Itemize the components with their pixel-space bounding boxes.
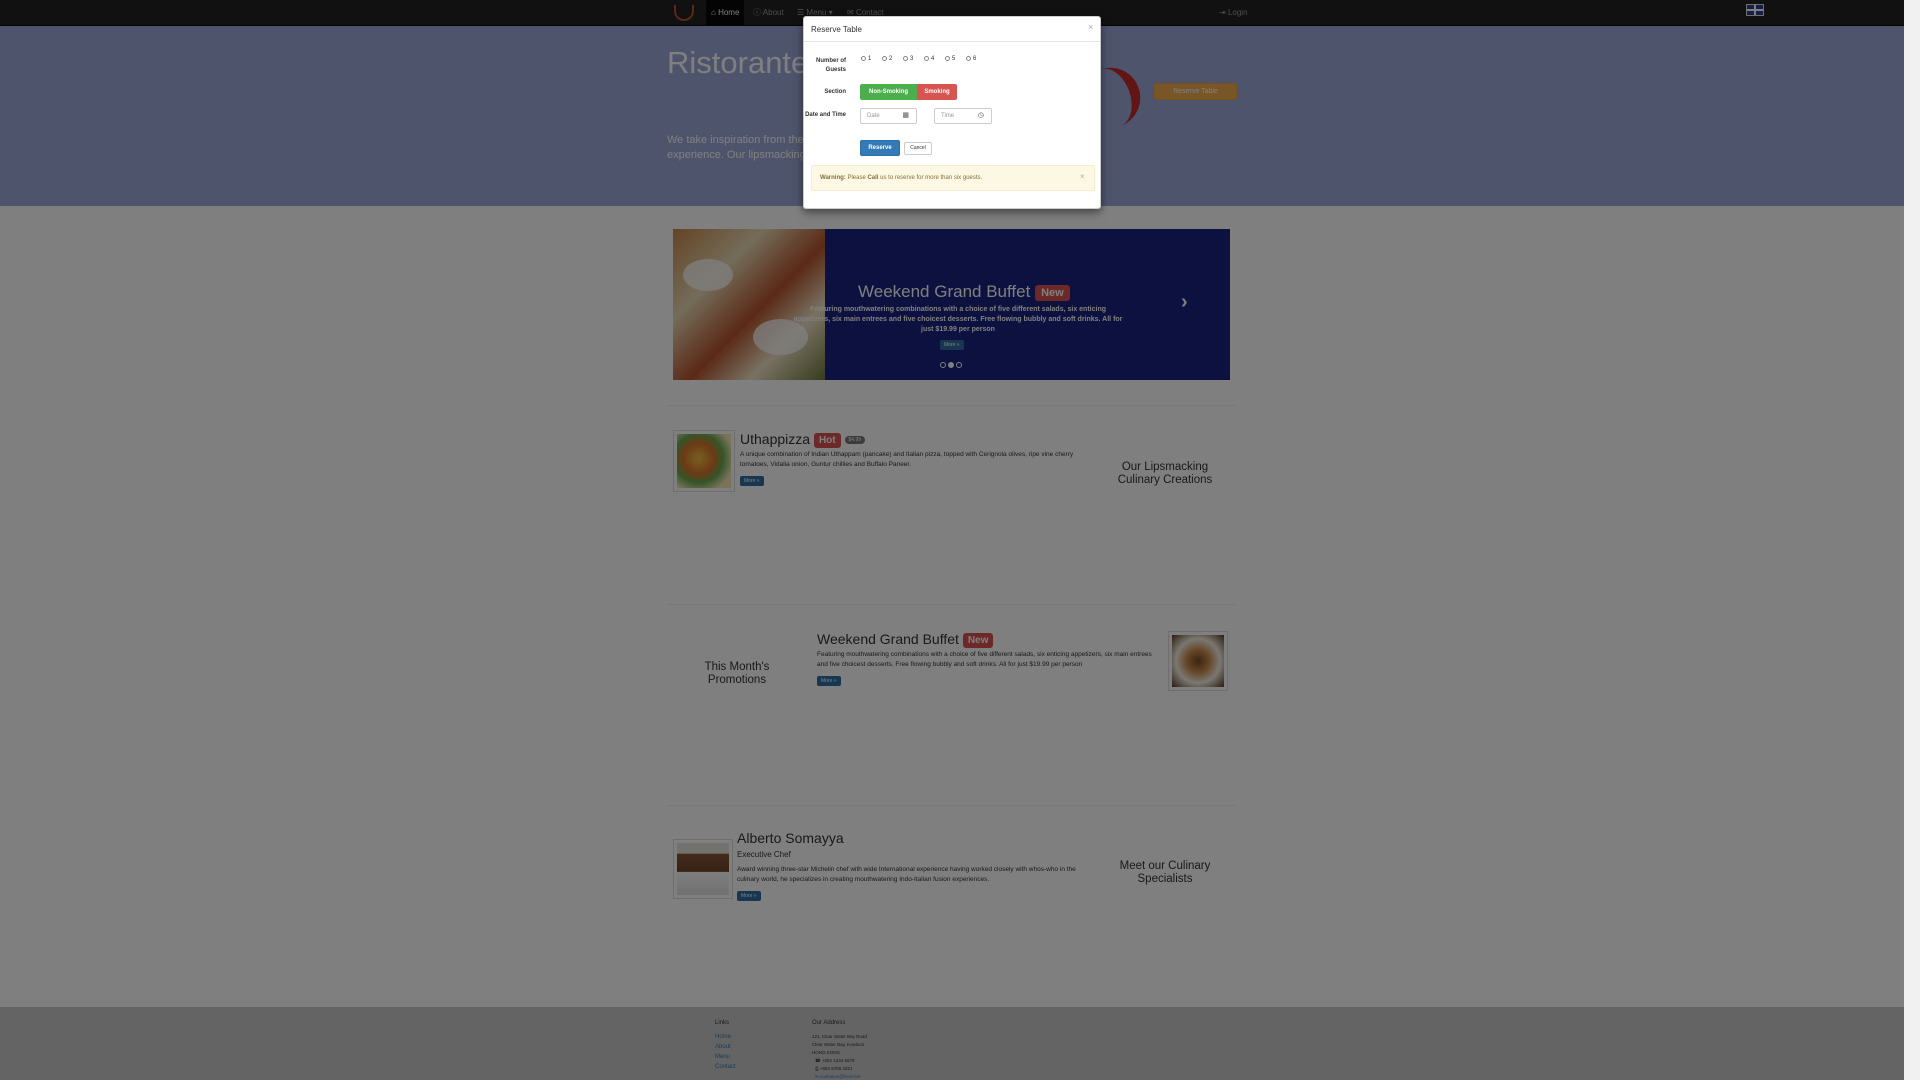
warning-text: Warning: Please Call us to reserve for m… xyxy=(820,175,983,181)
warning-alert: Warning: Please Call us to reserve for m… xyxy=(811,165,1095,191)
calendar-icon: ▦ xyxy=(902,112,909,119)
datetime-label: Date and Time xyxy=(805,112,846,118)
radio-icon xyxy=(945,56,950,61)
cancel-button[interactable]: Cancel xyxy=(904,142,932,155)
radio-icon xyxy=(924,56,929,61)
section-label: Section xyxy=(824,89,846,95)
reserve-table-modal: Reserve Table × Number of Guests 1 2 3 4… xyxy=(803,16,1101,209)
reserve-button[interactable]: Reserve xyxy=(860,140,900,156)
guest-radio-4[interactable]: 4 xyxy=(924,56,934,62)
guest-radio-5[interactable]: 5 xyxy=(945,56,955,62)
modal-header: Reserve Table × xyxy=(804,17,1100,42)
close-icon[interactable]: × xyxy=(1088,22,1093,32)
radio-icon xyxy=(861,56,866,61)
date-input[interactable]: Date ▦ xyxy=(860,108,917,124)
guest-radio-2[interactable]: 2 xyxy=(882,56,892,62)
radio-icon xyxy=(882,56,887,61)
radio-icon xyxy=(966,56,971,61)
guest-radio-1[interactable]: 1 xyxy=(861,56,871,62)
smoking-button[interactable]: Smoking xyxy=(917,84,957,100)
alert-close-icon[interactable]: × xyxy=(1080,172,1085,181)
time-input[interactable]: Time ◷ xyxy=(934,108,992,124)
radio-icon xyxy=(903,56,908,61)
clock-icon: ◷ xyxy=(977,112,984,119)
guests-label: Number of Guests xyxy=(816,58,846,73)
non-smoking-button[interactable]: Non-Smoking xyxy=(860,84,917,100)
page-scrollbar[interactable] xyxy=(1904,0,1920,1080)
modal-title: Reserve Table xyxy=(811,25,862,34)
guest-radio-3[interactable]: 3 xyxy=(903,56,913,62)
guest-radio-6[interactable]: 6 xyxy=(966,56,976,62)
